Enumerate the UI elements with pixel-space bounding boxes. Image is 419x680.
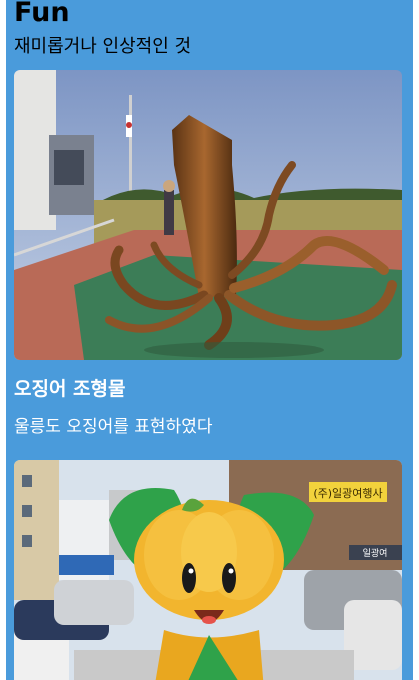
card-caption: 울릉도 오징어를 표현하였다 <box>14 417 213 437</box>
mascot-statue-photo[interactable]: (주)일광여행사 일광여 <box>14 460 402 680</box>
section-subtitle: 재미롭거나 인상적인 것 <box>14 36 192 57</box>
mascot-statue-image: (주)일광여행사 일광여 <box>14 460 402 680</box>
shop-sign: 일광여 <box>363 547 388 559</box>
section-title: Fun <box>14 0 70 28</box>
travel-agency-sign: (주)일광여행사 <box>313 486 382 500</box>
card-title: 오징어 조형물 <box>14 378 126 400</box>
squid-sculpture-photo[interactable] <box>14 70 402 360</box>
squid-sculpture-image <box>14 70 402 360</box>
content-panel: Fun 재미롭거나 인상적인 것 오징어 조형물 울릉도 오징어를 표현하였다 … <box>6 0 413 680</box>
